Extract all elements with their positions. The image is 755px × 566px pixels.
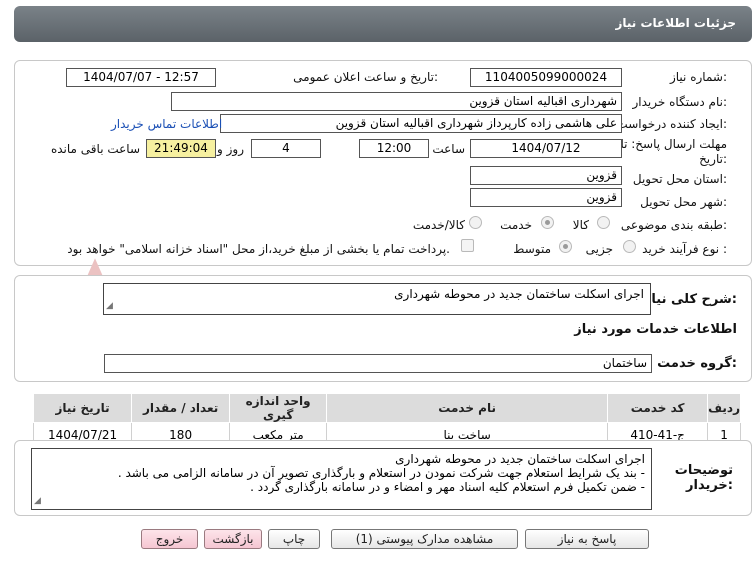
buyer-notes-label: توضیحات bbox=[674, 463, 733, 478]
announce-date-field: 1404/07/07 - 12:57 bbox=[66, 68, 216, 87]
buyer-contact-link[interactable]: اطلاعات تماس خریدار bbox=[111, 117, 222, 131]
services-section-title: اطلاعات خدمات مورد نیاز bbox=[574, 322, 737, 337]
summary-textarea: اجرای اسکلت ساختمان جدید در محوطه شهردار… bbox=[103, 283, 651, 315]
days-label: روز و bbox=[217, 142, 244, 156]
buyer-org-field: شهرداری اقبالیه استان قزوین bbox=[171, 92, 622, 111]
col-service-name: نام خدمت bbox=[326, 393, 609, 423]
services-table-header: ردیف کد خدمت نام خدمت واحد اندازه گیری ت… bbox=[32, 393, 741, 423]
col-need-date: تاریخ نیاز bbox=[32, 393, 133, 423]
buyer-notes-textarea: اجرای اسکلت ساختمان جدید در محوطه شهردار… bbox=[31, 448, 652, 510]
category-radio-goods-service[interactable] bbox=[469, 216, 482, 229]
need-number-label: شماره نیاز: bbox=[669, 70, 727, 84]
page-title: جزئیات اطلاعات نیاز bbox=[615, 16, 736, 30]
city-label: شهر محل تحویل: bbox=[640, 195, 727, 209]
process-label: نوع فرآیند خرید : bbox=[642, 242, 727, 256]
treasury-payment-checkbox[interactable] bbox=[461, 239, 474, 252]
need-number-field: 1104005099000024 bbox=[470, 68, 622, 87]
category-option-service: خدمت bbox=[500, 218, 532, 232]
category-radio-service[interactable] bbox=[541, 216, 554, 229]
process-option-minor: جزیی bbox=[585, 242, 613, 256]
reply-button[interactable]: پاسخ به نیاز bbox=[525, 529, 649, 549]
resize-handle-icon[interactable]: ◢ bbox=[106, 299, 113, 313]
need-info-panel bbox=[14, 60, 752, 266]
resize-handle-icon[interactable]: ◢ bbox=[34, 494, 41, 508]
city-field: قزوین bbox=[470, 188, 622, 207]
category-option-goods: کالا bbox=[572, 218, 589, 232]
remaining-time-label: ساعت باقی مانده bbox=[50, 142, 140, 156]
process-radio-medium[interactable] bbox=[559, 240, 572, 253]
creator-field: علی هاشمی زاده کارپرداز شهرداری اقبالیه … bbox=[220, 114, 622, 133]
service-group-label: گروه خدمت: bbox=[657, 356, 737, 371]
deadline-label: مهلت ارسال پاسخ: تا bbox=[620, 137, 727, 151]
page-header: جزئیات اطلاعات نیاز bbox=[14, 6, 752, 42]
deadline-label-date: تاریخ: bbox=[699, 152, 727, 166]
process-radio-minor[interactable] bbox=[623, 240, 636, 253]
col-unit: واحد اندازه گیری bbox=[229, 393, 328, 423]
buyer-org-label: نام دستگاه خریدار: bbox=[632, 95, 728, 109]
buyer-notes-line: اجرای اسکلت ساختمان جدید در محوطه شهردار… bbox=[395, 452, 645, 466]
view-attachments-button[interactable]: مشاهده مدارک پیوستی (1) bbox=[331, 529, 518, 549]
creator-label: ایجاد کننده درخواست: bbox=[616, 117, 727, 131]
exit-button[interactable]: خروج bbox=[141, 529, 198, 549]
buyer-notes-label-2: خریدار: bbox=[686, 478, 733, 493]
category-radio-goods[interactable] bbox=[597, 216, 610, 229]
category-option-goods-service: کالا/خدمت bbox=[412, 218, 465, 232]
days-remaining-field: 4 bbox=[251, 139, 321, 158]
back-button[interactable]: بازگشت bbox=[204, 529, 262, 549]
summary-label: شرح کلی نیاز: bbox=[643, 292, 737, 307]
col-row-number: ردیف bbox=[707, 393, 741, 423]
province-label: استان محل تحویل: bbox=[632, 172, 727, 186]
treasury-payment-note: پرداخت تمام یا بخشی از مبلغ خرید،از محل … bbox=[67, 242, 450, 256]
col-quantity: تعداد / مقدار bbox=[131, 393, 231, 423]
deadline-date-field: 1404/07/12 bbox=[470, 139, 622, 158]
province-field: قزوین bbox=[470, 166, 622, 185]
service-group-field: ساختمان bbox=[104, 354, 652, 373]
services-table: ردیف کد خدمت نام خدمت واحد اندازه گیری ت… bbox=[32, 393, 741, 447]
deadline-time-label: ساعت bbox=[432, 142, 465, 156]
buyer-notes-line: - بند یک شرایط استعلام جهت شرکت نمودن در… bbox=[117, 466, 645, 480]
announce-date-label: تاریخ و ساعت اعلان عمومی: bbox=[293, 70, 438, 84]
buyer-notes-line: - ضمن تکمیل فرم استعلام کلیه اسناد مهر و… bbox=[250, 480, 645, 494]
remaining-time-field: 21:49:04 bbox=[146, 139, 216, 158]
print-button[interactable]: چاپ bbox=[268, 529, 320, 549]
category-label: طبقه بندی موضوعی: bbox=[620, 218, 727, 232]
col-service-code: کد خدمت bbox=[607, 393, 709, 423]
deadline-time-field: 12:00 bbox=[359, 139, 429, 158]
summary-text: اجرای اسکلت ساختمان جدید در محوطه شهردار… bbox=[394, 287, 644, 301]
process-option-medium: متوسط bbox=[513, 242, 551, 256]
